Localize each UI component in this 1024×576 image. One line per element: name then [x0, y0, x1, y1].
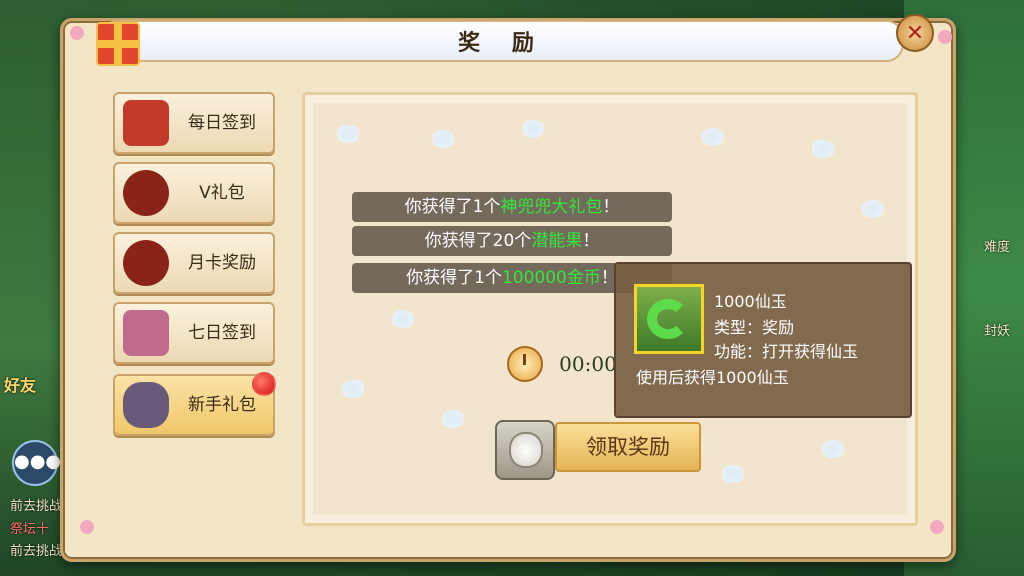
tab-label: 每日签到 — [188, 113, 256, 133]
flower-decoration-icon — [938, 30, 952, 44]
jade-token-icon[interactable] — [495, 420, 555, 480]
friends-button[interactable]: 好友 — [4, 372, 36, 396]
tab-label: 七日签到 — [188, 323, 256, 343]
snowflake-decoration — [390, 310, 416, 328]
title-bar: 奖 励 — [100, 20, 904, 62]
tooltip-item-usage: 使用后获得1000仙玉 — [636, 368, 789, 387]
jade-item-icon — [634, 284, 704, 354]
reward-message: 你获得了20个潜能果！ — [352, 226, 672, 256]
snowflake-decoration — [860, 200, 886, 218]
tab-monthly-card[interactable]: 月卡奖励 — [113, 232, 275, 294]
panel-title: 奖 励 — [458, 31, 546, 56]
snowflake-decoration — [520, 120, 546, 138]
tab-daily-signin[interactable]: 每日签到 — [113, 92, 275, 154]
notification-badge — [252, 372, 276, 396]
pouch-icon — [123, 382, 169, 428]
snowflake-decoration — [700, 128, 726, 146]
tab-seven-day-signin[interactable]: 七日签到 — [113, 302, 275, 364]
snowflake-decoration — [440, 410, 466, 428]
basket-icon — [123, 240, 169, 286]
snowflake-decoration — [430, 130, 456, 148]
tooltip-item-name: 1000仙玉 — [714, 292, 787, 311]
flower-decoration-icon — [80, 520, 94, 534]
reward-message: 你获得了1个神兜兜大礼包！ — [352, 192, 672, 222]
tooltip-item-function: 功能：打开获得仙玉 — [714, 342, 859, 361]
flower-decoration-icon — [70, 26, 84, 40]
clock-icon — [507, 346, 543, 382]
tab-label: V礼包 — [199, 183, 245, 203]
gift-box-icon — [96, 22, 140, 66]
snowflake-decoration — [720, 465, 746, 483]
bg-challenge-text: 前去挑战 — [10, 499, 63, 514]
basket-icon — [123, 170, 169, 216]
item-tooltip: 1000仙玉 类型：奖励 功能：打开获得仙玉 使用后获得1000仙玉 — [614, 262, 912, 418]
scroll-icon — [123, 310, 169, 356]
tab-v-gift[interactable]: V礼包 — [113, 162, 275, 224]
snowflake-decoration — [335, 125, 361, 143]
claim-reward-button[interactable]: 领取奖励 — [555, 422, 701, 472]
bg-challenge-text-2: 前去挑战 — [10, 544, 63, 559]
tab-newbie-gift[interactable]: 新手礼包 — [113, 374, 275, 436]
bg-seal-text: 封妖 — [984, 324, 1011, 339]
scroll-envelope-icon — [123, 100, 169, 146]
chat-bubble-icon[interactable]: ●●● — [12, 440, 61, 486]
tab-label: 月卡奖励 — [188, 253, 256, 273]
bg-difficulty-text: 难度 — [984, 240, 1011, 255]
snowflake-decoration — [810, 140, 836, 158]
close-icon: ✕ — [905, 20, 925, 46]
snowflake-decoration — [340, 380, 366, 398]
snowflake-decoration — [820, 440, 846, 458]
close-button[interactable]: ✕ — [896, 14, 934, 52]
bg-altar-text: 祭坛十 — [10, 522, 50, 537]
tooltip-item-type: 类型：奖励 — [714, 318, 795, 337]
flower-decoration-icon — [930, 520, 944, 534]
